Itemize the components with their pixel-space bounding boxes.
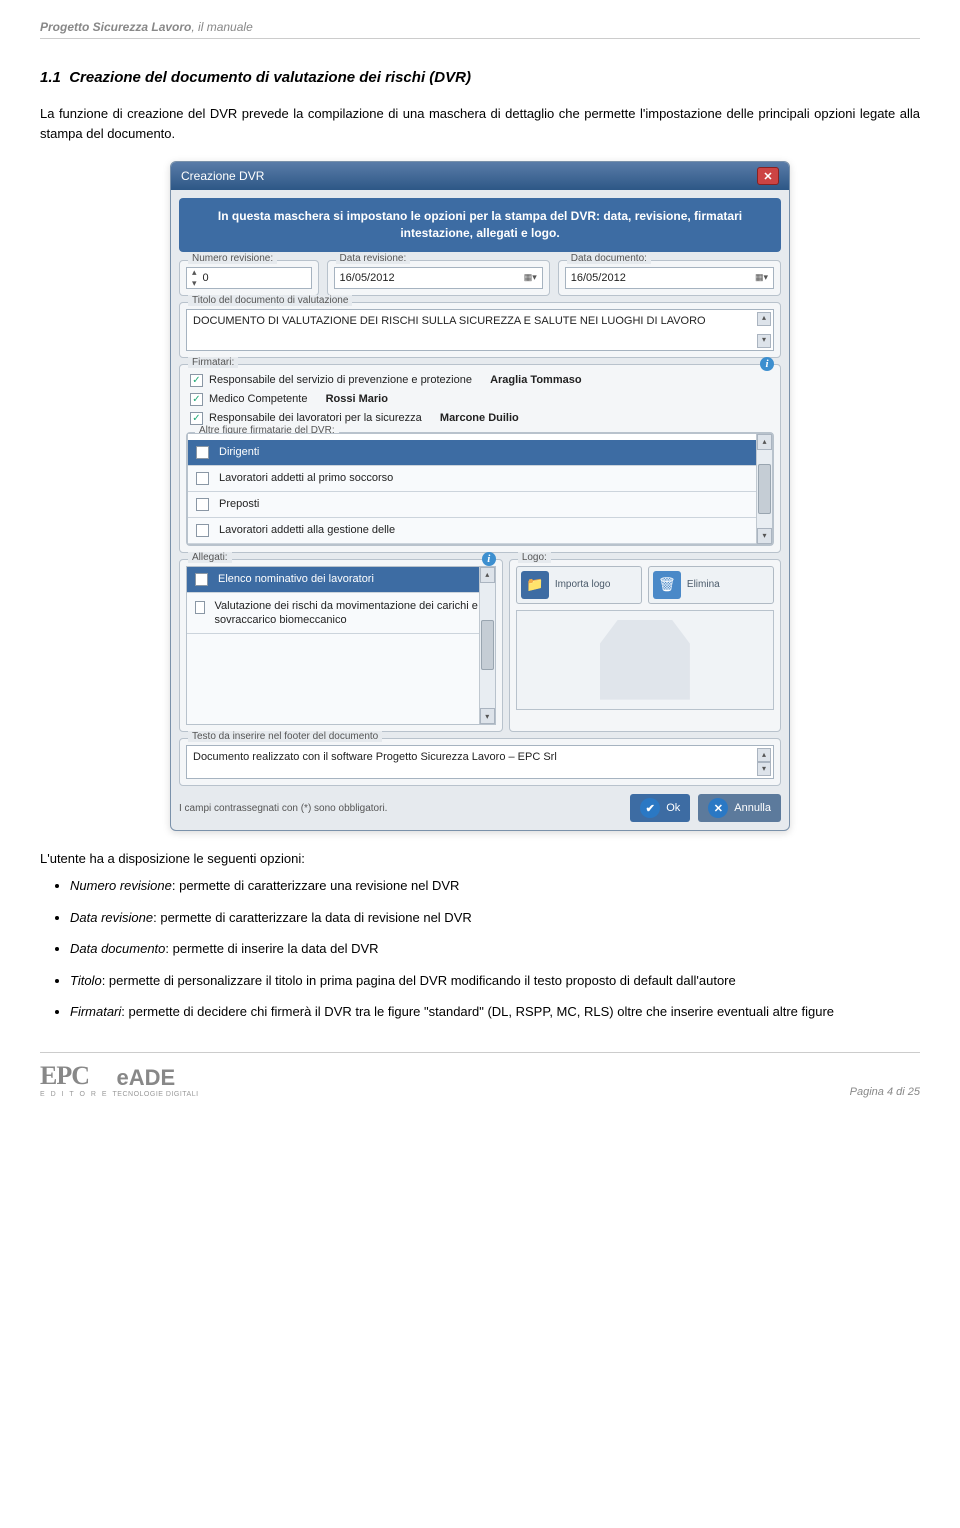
footer-textarea[interactable]: Documento realizzato con il software Pro…: [186, 745, 774, 779]
allegati-label: Allegati:: [188, 552, 232, 563]
page-footer: EPC E D I T O R E eADE TECNOLOGIE DIGITA…: [40, 1052, 920, 1098]
scroll-up-icon[interactable]: ▴: [757, 748, 771, 762]
checkbox-icon[interactable]: [196, 472, 209, 485]
numero-revisione-input[interactable]: ▴▾ 0: [186, 267, 312, 289]
calendar-icon[interactable]: ▦▾: [755, 272, 768, 283]
titolo-textarea[interactable]: DOCUMENTO DI VALUTAZIONE DEI RISCHI SULL…: [186, 309, 774, 351]
dialog-title: Creazione DVR: [181, 169, 264, 183]
scrollbar[interactable]: ▴ ▾: [756, 434, 772, 544]
scroll-up-icon[interactable]: ▴: [480, 567, 495, 583]
scroll-up-icon[interactable]: ▴: [757, 434, 772, 450]
firmatario-rspp[interactable]: Responsabile del servizio di prevenzione…: [186, 371, 774, 390]
page-header: Progetto Sicurezza Lavoro, il manuale: [40, 20, 920, 39]
ok-button[interactable]: ✔ Ok: [630, 794, 690, 822]
list-item: Firmatari: permette di decidere chi firm…: [70, 1002, 920, 1022]
checkbox-icon[interactable]: [190, 412, 203, 425]
header-rest: , il manuale: [191, 20, 252, 34]
section-title: 1.1 Creazione del documento di valutazio…: [40, 69, 920, 86]
titolo-label: Titolo del documento di valutazione: [188, 295, 352, 306]
creazione-dvr-dialog: Creazione DVR ✕ In questa maschera si im…: [170, 161, 790, 831]
check-icon: ✔: [640, 798, 660, 818]
data-revisione-input[interactable]: 16/05/2012 ▦▾: [334, 267, 543, 289]
dialog-instruction: In questa maschera si impostano le opzio…: [179, 198, 781, 252]
list-item: Data revisione: permette di caratterizza…: [70, 908, 920, 928]
logo-preview: [516, 610, 774, 710]
list-item[interactable]: Preposti: [188, 492, 772, 518]
checkbox-icon[interactable]: [195, 573, 208, 586]
header-bold: Progetto Sicurezza Lavoro: [40, 20, 191, 34]
placeholder-logo-icon: [600, 620, 690, 700]
checkbox-icon[interactable]: [196, 446, 209, 459]
info-icon[interactable]: i: [482, 552, 496, 566]
trash-icon: 🗑: [653, 571, 681, 599]
calendar-icon[interactable]: ▦▾: [524, 272, 537, 283]
page-number: Pagina 4 di 25: [850, 1086, 920, 1098]
scrollbar[interactable]: ▴ ▾: [479, 567, 495, 725]
dialog-titlebar: Creazione DVR ✕: [171, 162, 789, 190]
scroll-thumb[interactable]: [481, 620, 494, 670]
scroll-thumb[interactable]: [758, 464, 771, 514]
data-revisione-label: Data revisione:: [336, 253, 411, 264]
data-documento-label: Data documento:: [567, 253, 651, 264]
list-header: Elenco nominativo dei lavoratori: [187, 567, 495, 593]
numero-revisione-label: Numero revisione:: [188, 253, 277, 264]
list-item[interactable]: Lavoratori addetti alla gestione delle: [188, 518, 772, 544]
checkbox-icon[interactable]: [195, 601, 205, 614]
annulla-button[interactable]: ✕ Annulla: [698, 794, 781, 822]
folder-icon: 📁: [521, 571, 549, 599]
scroll-up-icon[interactable]: ▴: [757, 312, 771, 326]
importa-logo-button[interactable]: 📁 Importa logo: [516, 566, 642, 604]
firmatario-medico[interactable]: Medico Competente Rossi Mario: [186, 390, 774, 409]
checkbox-icon[interactable]: [196, 498, 209, 511]
publisher-logo: EPC E D I T O R E eADE TECNOLOGIE DIGITA…: [40, 1061, 199, 1098]
checkbox-icon[interactable]: [190, 393, 203, 406]
scroll-down-icon[interactable]: ▾: [757, 762, 771, 776]
options-list: Numero revisione: permette di caratteriz…: [70, 876, 920, 1022]
footer-text-label: Testo da inserire nel footer del documen…: [188, 731, 382, 742]
list-item: Data documento: permette di inserire la …: [70, 939, 920, 959]
scroll-down-icon[interactable]: ▾: [480, 708, 495, 724]
list-item: Titolo: permette di personalizzare il ti…: [70, 971, 920, 991]
scroll-down-icon[interactable]: ▾: [757, 334, 771, 348]
firmatari-label: Firmatari:: [188, 357, 238, 368]
checkbox-icon[interactable]: [196, 524, 209, 537]
checkbox-icon[interactable]: [190, 374, 203, 387]
data-documento-input[interactable]: 16/05/2012 ▦▾: [565, 267, 774, 289]
intro-paragraph: La funzione di creazione del DVR prevede…: [40, 104, 920, 143]
scroll-down-icon[interactable]: ▾: [757, 528, 772, 544]
list-header: Dirigenti: [188, 440, 772, 466]
list-item[interactable]: Lavoratori addetti al primo soccorso: [188, 466, 772, 492]
elimina-logo-button[interactable]: 🗑 Elimina: [648, 566, 774, 604]
list-item: Numero revisione: permette di caratteriz…: [70, 876, 920, 896]
list-item[interactable]: Valutazione dei rischi da movimentazione…: [187, 593, 495, 635]
close-icon: ✕: [708, 798, 728, 818]
info-icon[interactable]: i: [760, 357, 774, 371]
post-dialog-text: L'utente ha a disposizione le seguenti o…: [40, 851, 920, 866]
close-icon[interactable]: ✕: [757, 167, 779, 185]
logo-label: Logo:: [518, 552, 551, 563]
mandatory-note: I campi contrassegnati con (*) sono obbl…: [179, 803, 387, 814]
